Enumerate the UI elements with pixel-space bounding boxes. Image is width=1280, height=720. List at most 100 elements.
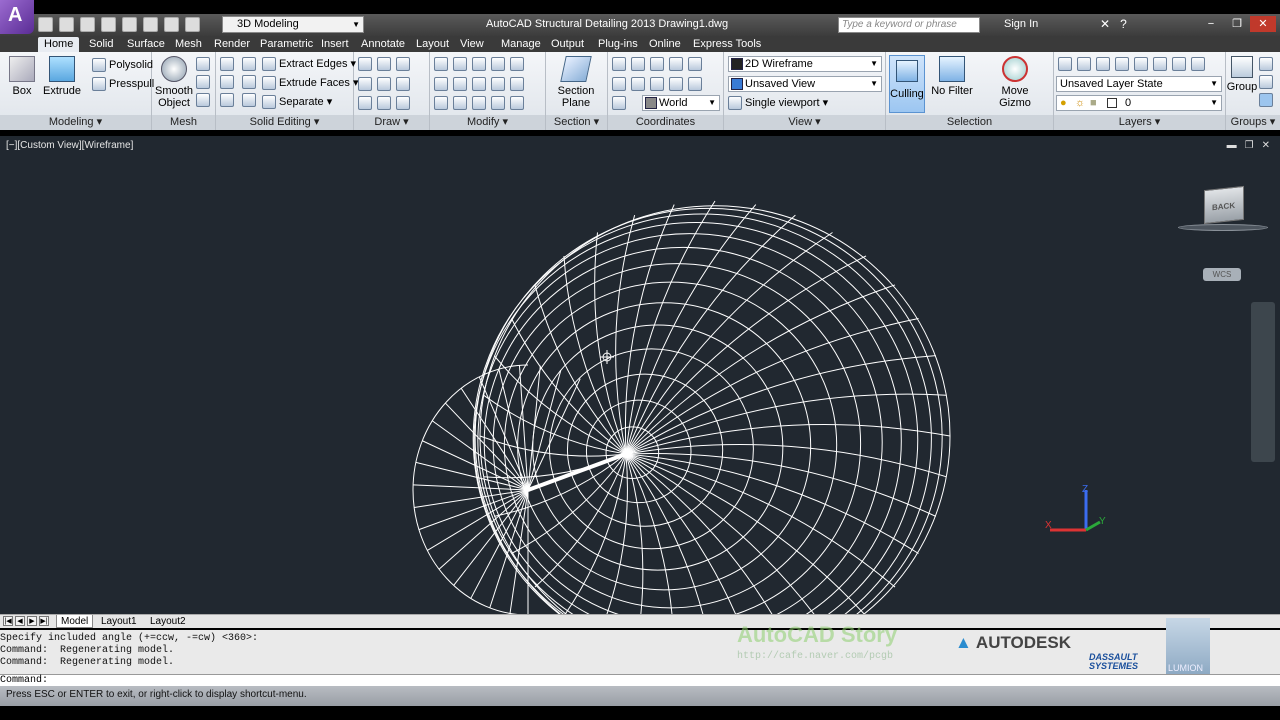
slice-icon[interactable] — [242, 57, 256, 71]
erase-icon[interactable] — [434, 96, 448, 110]
tab-home[interactable]: Home — [38, 37, 80, 52]
circle-icon[interactable] — [396, 77, 410, 91]
command-input[interactable]: Command: — [0, 674, 1280, 686]
ungroup-icon[interactable] — [1259, 57, 1273, 71]
scale-icon[interactable] — [510, 77, 524, 91]
array-icon[interactable] — [491, 96, 505, 110]
group-edit-icon[interactable] — [1259, 75, 1273, 89]
solid-editing-panel-label[interactable]: Solid Editing ▾ — [216, 115, 353, 130]
tab-model[interactable]: Model — [56, 615, 94, 628]
tab-surface[interactable]: Surface — [121, 37, 171, 52]
layer-isolate-icon[interactable] — [1077, 57, 1091, 71]
polysolid-button[interactable]: Polysolid — [92, 57, 153, 73]
tab-render[interactable]: Render — [208, 37, 256, 52]
selection-panel-label[interactable]: Selection — [886, 115, 1053, 130]
ucs-origin-icon[interactable] — [631, 57, 645, 71]
copy-icon[interactable] — [510, 57, 524, 71]
close-button[interactable]: ✕ — [1250, 16, 1276, 32]
arc-icon[interactable] — [396, 57, 410, 71]
ucs-world-dropdown[interactable]: World ▼ — [642, 95, 720, 111]
mirror-icon[interactable] — [472, 77, 486, 91]
drawing-viewport[interactable]: [−][Custom View][Wireframe] ▬ ❐ ✕ BACK W… — [0, 136, 1280, 614]
offset-icon[interactable] — [434, 77, 448, 91]
break-icon[interactable] — [510, 96, 524, 110]
tab-plug-ins[interactable]: Plug-ins — [592, 37, 644, 52]
extract-edges-button[interactable]: Extract Edges ▾ — [262, 56, 356, 72]
layer-freeze-icon[interactable] — [1134, 57, 1148, 71]
modeling-panel-label[interactable]: Modeling ▾ — [0, 115, 151, 130]
tab-annotate[interactable]: Annotate — [355, 37, 411, 52]
save-as-icon[interactable] — [101, 17, 116, 32]
named-view-dropdown[interactable]: Unsaved View ▼ — [728, 76, 882, 92]
layer-unisolate-icon[interactable] — [1096, 57, 1110, 71]
extrude-faces-button[interactable]: Extrude Faces ▾ — [262, 75, 359, 91]
viewport-config-button[interactable]: Single viewport ▾ — [728, 95, 828, 111]
ucs-zaxis-icon[interactable] — [688, 77, 702, 91]
layer-properties-icon[interactable] — [1058, 57, 1072, 71]
tab-parametric[interactable]: Parametric — [254, 37, 319, 52]
plot-icon[interactable] — [122, 17, 137, 32]
tab-mesh[interactable]: Mesh — [169, 37, 208, 52]
next-layout-icon[interactable]: ▶ — [27, 616, 37, 626]
section-panel-label[interactable]: Section ▾ — [546, 115, 607, 130]
viewcube-compass[interactable] — [1178, 224, 1268, 231]
explode-icon[interactable] — [472, 96, 486, 110]
sign-in-link[interactable]: Sign In — [1004, 18, 1038, 30]
layer-off-icon[interactable] — [1115, 57, 1129, 71]
tab-online[interactable]: Online — [643, 37, 687, 52]
search-input[interactable]: Type a keyword or phrase — [838, 17, 980, 33]
intersect-icon[interactable] — [220, 93, 234, 107]
groups-panel-label[interactable]: Groups ▾ — [1226, 115, 1280, 130]
tab-layout1[interactable]: Layout1 — [97, 615, 141, 628]
tab-view[interactable]: View — [454, 37, 490, 52]
rotate-icon[interactable] — [453, 57, 467, 71]
mesh-smooth-more-icon[interactable] — [196, 57, 210, 71]
layer-dropdown[interactable]: ● ☼ ■ 0 ▼ — [1056, 95, 1222, 111]
section-plane-button[interactable]: Section Plane — [554, 56, 598, 109]
navigation-bar[interactable] — [1251, 302, 1275, 462]
layer-match-icon[interactable] — [1191, 57, 1205, 71]
trim-icon[interactable] — [453, 96, 467, 110]
ucs-y-icon[interactable] — [669, 57, 683, 71]
tab-layout2[interactable]: Layout2 — [146, 615, 190, 628]
tab-express-tools[interactable]: Express Tools — [687, 37, 767, 52]
modify-panel-label[interactable]: Modify ▾ — [430, 115, 545, 130]
interfere-icon[interactable] — [242, 75, 256, 89]
last-layout-icon[interactable]: ▶| — [39, 616, 49, 626]
restore-button[interactable]: ❐ — [1224, 16, 1250, 32]
mesh-smooth-less-icon[interactable] — [196, 75, 210, 89]
align-icon[interactable] — [491, 57, 505, 71]
line-icon[interactable] — [358, 57, 372, 71]
first-layout-icon[interactable]: |◀ — [3, 616, 13, 626]
redo-icon[interactable] — [185, 17, 200, 32]
help-icon[interactable]: ? — [1120, 17, 1127, 31]
exchange-icon[interactable]: ✕ — [1100, 17, 1110, 31]
construction-line-icon[interactable] — [377, 77, 391, 91]
box-button[interactable]: Box — [0, 56, 44, 97]
view-panel-label[interactable]: View ▾ — [724, 115, 885, 130]
ucs-view-icon[interactable] — [612, 77, 626, 91]
fillet-icon[interactable] — [434, 57, 448, 71]
wcs-menu[interactable]: WCS — [1203, 268, 1241, 281]
ucs-object-icon[interactable] — [631, 77, 645, 91]
no-filter-button[interactable]: No Filter — [928, 56, 976, 97]
group-button[interactable]: Group — [1226, 56, 1258, 93]
ucs-x-icon[interactable] — [650, 57, 664, 71]
ucs-icon[interactable] — [612, 57, 626, 71]
layer-lock-icon[interactable] — [1153, 57, 1167, 71]
move-gizmo-button[interactable]: Move Gizmo — [986, 56, 1044, 109]
layer-state-dropdown[interactable]: Unsaved Layer State ▼ — [1056, 76, 1222, 92]
thicken-icon[interactable] — [242, 93, 256, 107]
ucs-face-icon[interactable] — [650, 77, 664, 91]
new-file-icon[interactable] — [38, 17, 53, 32]
subtract-icon[interactable] — [220, 75, 234, 89]
polyline-icon[interactable] — [377, 57, 391, 71]
undo-icon[interactable] — [164, 17, 179, 32]
save-icon[interactable] — [80, 17, 95, 32]
3d-array-icon[interactable] — [453, 77, 467, 91]
layer-unlock-icon[interactable] — [1172, 57, 1186, 71]
ucs-3point-icon[interactable] — [669, 77, 683, 91]
culling-button[interactable]: Culling — [889, 55, 925, 113]
ellipse-icon[interactable] — [396, 96, 410, 110]
visual-style-dropdown[interactable]: 2D Wireframe ▼ — [728, 56, 882, 72]
